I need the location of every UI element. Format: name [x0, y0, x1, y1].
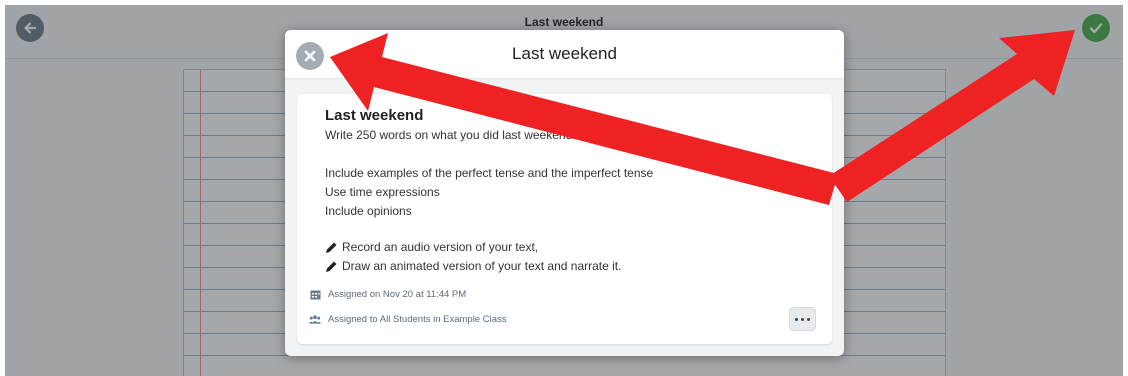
pencil-icon [326, 242, 337, 253]
assigned-date-label: Assigned on Nov 20 at 11:44 PM [328, 288, 467, 300]
task-item: Draw an animated version of your text an… [325, 259, 621, 273]
calendar-icon [309, 288, 321, 300]
assigned-to-label: Assigned to All Students in Example Clas… [328, 313, 507, 325]
assignment-line: Include examples of the perfect tense an… [325, 166, 654, 180]
task-item: Record an audio version of your text, [325, 240, 538, 254]
assigned-to: Assigned to All Students in Example Clas… [309, 313, 506, 325]
assigned-date: Assigned on Nov 20 at 11:44 PM [309, 288, 466, 300]
assignment-line: Include opinions [325, 204, 412, 218]
task-label: Draw an animated version of your text an… [342, 259, 622, 273]
ellipsis-icon [795, 317, 810, 321]
modal-header: Last weekend [285, 30, 844, 79]
assignment-card: Last weekend Write 250 words on what you… [297, 94, 832, 344]
more-options-button[interactable] [789, 307, 816, 331]
assignment-line: Write 250 words on what you did last wee… [325, 128, 576, 142]
group-icon [309, 313, 321, 325]
task-label: Record an audio version of your text, [342, 240, 539, 254]
assignment-line: Use time expressions [325, 185, 440, 199]
assignment-title: Last weekend [325, 107, 424, 124]
assignment-modal: Last weekend Last weekend Write 250 word… [285, 30, 844, 356]
pencil-icon [326, 261, 337, 272]
modal-title: Last weekend [512, 44, 617, 63]
